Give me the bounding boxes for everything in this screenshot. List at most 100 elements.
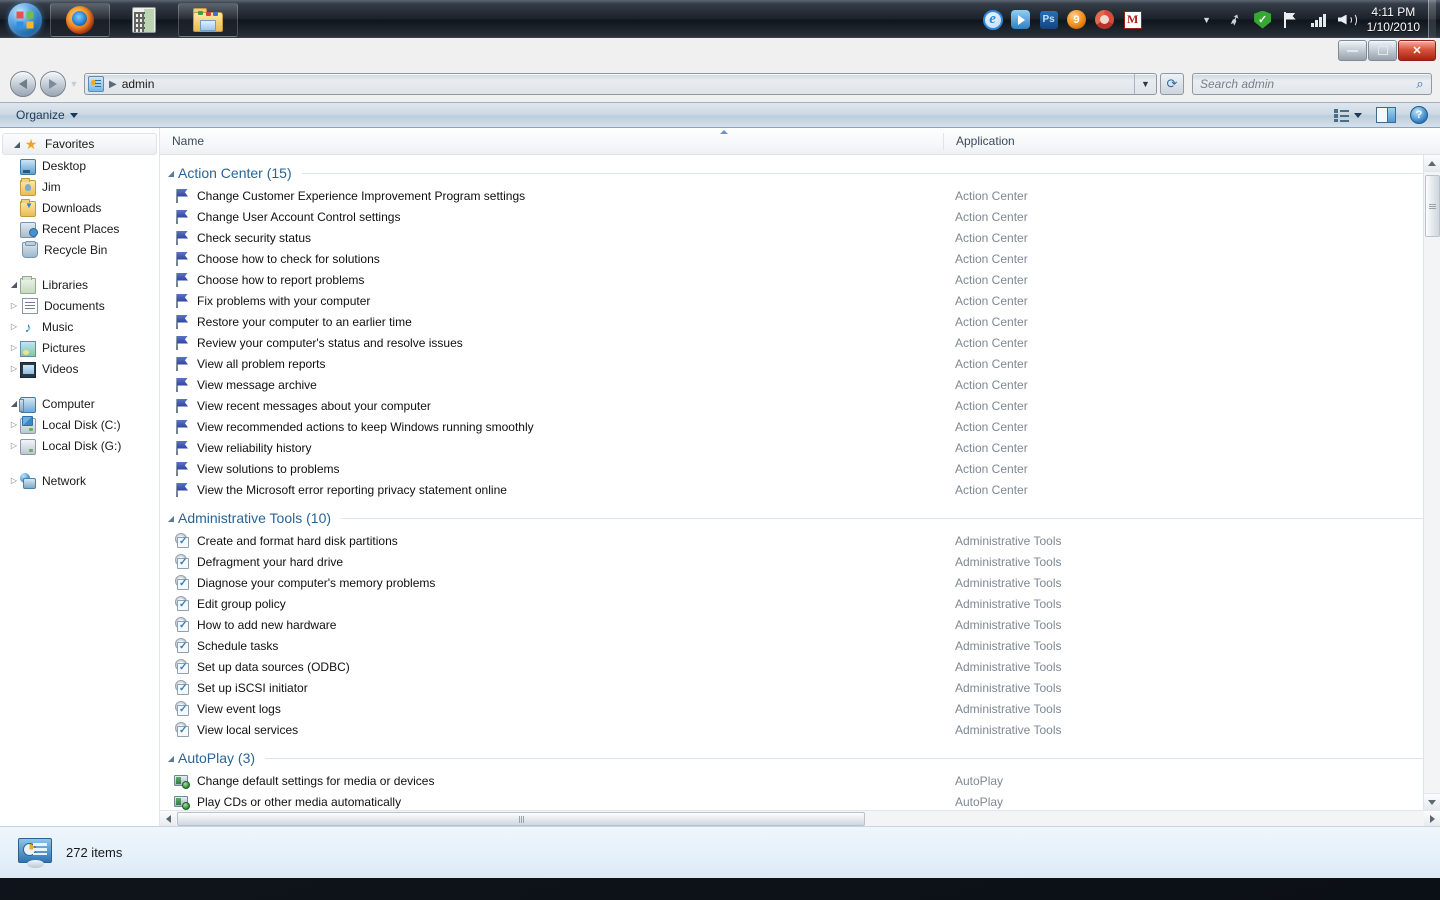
sidebar-item-desktop[interactable]: Desktop	[0, 155, 159, 176]
list-item[interactable]: Change User Account Control settings Acti…	[160, 206, 1440, 227]
twisty-collapsed-icon[interactable]: ▷	[8, 441, 20, 450]
back-button[interactable]	[10, 71, 36, 97]
dark-utility-icon[interactable]: ➶	[1223, 8, 1247, 32]
forward-button[interactable]	[40, 71, 66, 97]
list-item[interactable]: Create and format hard disk partitions Ad…	[160, 530, 1440, 551]
list-item[interactable]: Review your computer's status and resolv…	[160, 332, 1440, 353]
minimize-button[interactable]	[1338, 40, 1367, 61]
group-header-action-center[interactable]: ◢ Action Center (15)	[160, 161, 1440, 185]
list-item[interactable]: Diagnose your computer's memory problems…	[160, 572, 1440, 593]
twisty-collapsed-icon[interactable]: ▷	[8, 420, 20, 429]
horizontal-scrollbar[interactable]	[160, 810, 1440, 826]
list-item[interactable]: Schedule tasks Administrative Tools	[160, 635, 1440, 656]
sidebar-item-downloads[interactable]: Downloads	[0, 197, 159, 218]
twisty-collapsed-icon[interactable]: ▷	[8, 343, 20, 352]
list-item[interactable]: Play CDs or other media automatically Aut…	[160, 791, 1440, 810]
photoshop-icon[interactable]: Ps	[1037, 8, 1061, 32]
list-item[interactable]: Set up data sources (ODBC) Administrative…	[160, 656, 1440, 677]
sidebar-item-jim[interactable]: Jim	[0, 176, 159, 197]
list-item[interactable]: How to add new hardware Administrative To…	[160, 614, 1440, 635]
group-header-autoplay[interactable]: ◢ AutoPlay (3)	[160, 746, 1440, 770]
restore-button[interactable]	[1368, 40, 1397, 61]
list-item[interactable]: Choose how to report problems Action Cent…	[160, 269, 1440, 290]
scroll-right-button[interactable]	[1424, 810, 1440, 826]
list-item[interactable]: Check security status Action Center	[160, 227, 1440, 248]
twisty-expanded-icon[interactable]: ◢	[8, 280, 20, 289]
list-item[interactable]: View the Microsoft error reporting priva…	[160, 479, 1440, 500]
list-item[interactable]: Defragment your hard drive Administrative…	[160, 551, 1440, 572]
list-item[interactable]: Set up iSCSI initiator Administrative Too…	[160, 677, 1440, 698]
address-dropdown-icon[interactable]: ▼	[1134, 74, 1156, 94]
taskbar-item-firefox[interactable]	[50, 2, 110, 37]
vertical-scrollbar[interactable]	[1423, 155, 1440, 810]
sidebar-item-pictures[interactable]: ▷ Pictures	[0, 337, 159, 358]
sidebar-item-recent-places[interactable]: Recent Places	[0, 218, 159, 239]
twisty-collapsed-icon[interactable]: ▷	[8, 322, 20, 331]
breadcrumb-admin[interactable]: admin	[122, 77, 155, 91]
scroll-up-button[interactable]	[1424, 155, 1440, 172]
horizontal-scrollbar-thumb[interactable]	[177, 812, 865, 826]
close-button[interactable]: ✕	[1398, 40, 1436, 61]
list-item[interactable]: Change default settings for media or dev…	[160, 770, 1440, 791]
sidebar-item-local-disk-g[interactable]: ▷ Local Disk (G:)	[0, 435, 159, 456]
sidebar-group-computer[interactable]: ◢ Computer	[0, 393, 159, 414]
show-desktop-button[interactable]	[1428, 0, 1436, 40]
change-view-button[interactable]	[1328, 106, 1368, 125]
window-titlebar[interactable]: ✕	[0, 38, 1440, 66]
recent-pages-chevron-icon[interactable]: ▼	[66, 71, 82, 97]
list-item[interactable]: View recommended actions to keep Windows…	[160, 416, 1440, 437]
list-item[interactable]: Fix problems with your computer Action Ce…	[160, 290, 1440, 311]
volume-icon[interactable]	[1335, 8, 1359, 32]
vertical-scrollbar-thumb[interactable]	[1425, 175, 1440, 237]
search-box[interactable]: ⌕	[1192, 73, 1432, 95]
address-bar[interactable]: ▶ admin ▼	[84, 73, 1157, 95]
sidebar-item-recycle-bin[interactable]: Recycle Bin	[0, 239, 159, 260]
signal-bars-icon[interactable]	[1307, 8, 1331, 32]
column-header-name[interactable]: Name	[160, 134, 943, 148]
list-item[interactable]: View all problem reports Action Center	[160, 353, 1440, 374]
twisty-collapsed-icon[interactable]: ▷	[8, 476, 20, 485]
list-item[interactable]: View recent messages about your computer…	[160, 395, 1440, 416]
twisty-expanded-icon[interactable]: ◢	[164, 754, 178, 763]
list-item[interactable]: View event logs Administrative Tools	[160, 698, 1440, 719]
group-header-administrative-tools[interactable]: ◢ Administrative Tools (10)	[160, 506, 1440, 530]
list-item[interactable]: View message archive Action Center	[160, 374, 1440, 395]
list-item[interactable]: View local services Administrative Tools	[160, 719, 1440, 740]
sidebar-group-libraries[interactable]: ◢ Libraries	[0, 274, 159, 295]
search-input[interactable]	[1193, 77, 1409, 91]
taskbar-item-calculator[interactable]	[114, 3, 174, 37]
scroll-left-button[interactable]	[160, 810, 176, 826]
m-app-icon[interactable]: M	[1121, 8, 1145, 32]
show-hidden-icons-chevron-icon[interactable]: ▼	[1195, 8, 1219, 32]
twisty-collapsed-icon[interactable]: ▷	[8, 364, 20, 373]
preview-pane-button[interactable]	[1370, 104, 1402, 126]
sidebar-item-local-disk-c[interactable]: ▷ Local Disk (C:)	[0, 414, 159, 435]
twisty-expanded-icon[interactable]: ◢	[11, 140, 23, 149]
sidebar-group-favorites[interactable]: ◢ ★ Favorites	[2, 133, 157, 155]
list-item[interactable]: Change Customer Experience Improvement P…	[160, 185, 1440, 206]
twisty-expanded-icon[interactable]: ◢	[164, 169, 178, 178]
twisty-collapsed-icon[interactable]: ▷	[8, 301, 20, 310]
sidebar-group-network[interactable]: ▷ Network	[0, 470, 159, 491]
network-flag-icon[interactable]	[1279, 8, 1303, 32]
sidebar-item-videos[interactable]: ▷ Videos	[0, 358, 159, 379]
list-item[interactable]: Restore your computer to an earlier time…	[160, 311, 1440, 332]
refresh-button[interactable]: ⟳	[1160, 73, 1184, 95]
clock[interactable]: 4:11 PM 1/10/2010	[1361, 5, 1428, 35]
security-shield-icon[interactable]: ✓	[1251, 8, 1275, 32]
media-player-icon[interactable]	[1009, 8, 1033, 32]
internet-explorer-icon[interactable]: e	[981, 8, 1005, 32]
list-item[interactable]: View reliability history Action Center	[160, 437, 1440, 458]
chrome-like-icon[interactable]	[1093, 8, 1117, 32]
sidebar-item-music[interactable]: ▷ ♪ Music	[0, 316, 159, 337]
list-item[interactable]: View solutions to problems Action Center	[160, 458, 1440, 479]
twisty-expanded-icon[interactable]: ◢	[164, 514, 178, 523]
scroll-down-button[interactable]	[1424, 793, 1440, 810]
taskbar-item-windows-explorer[interactable]	[178, 2, 238, 37]
list-item[interactable]: Edit group policy Administrative Tools	[160, 593, 1440, 614]
column-header-application[interactable]: Application	[943, 132, 1015, 150]
list-item[interactable]: Choose how to check for solutions Action …	[160, 248, 1440, 269]
nine-icon[interactable]: 9	[1065, 8, 1089, 32]
start-button[interactable]	[4, 1, 46, 39]
help-button[interactable]: ?	[1404, 103, 1434, 127]
